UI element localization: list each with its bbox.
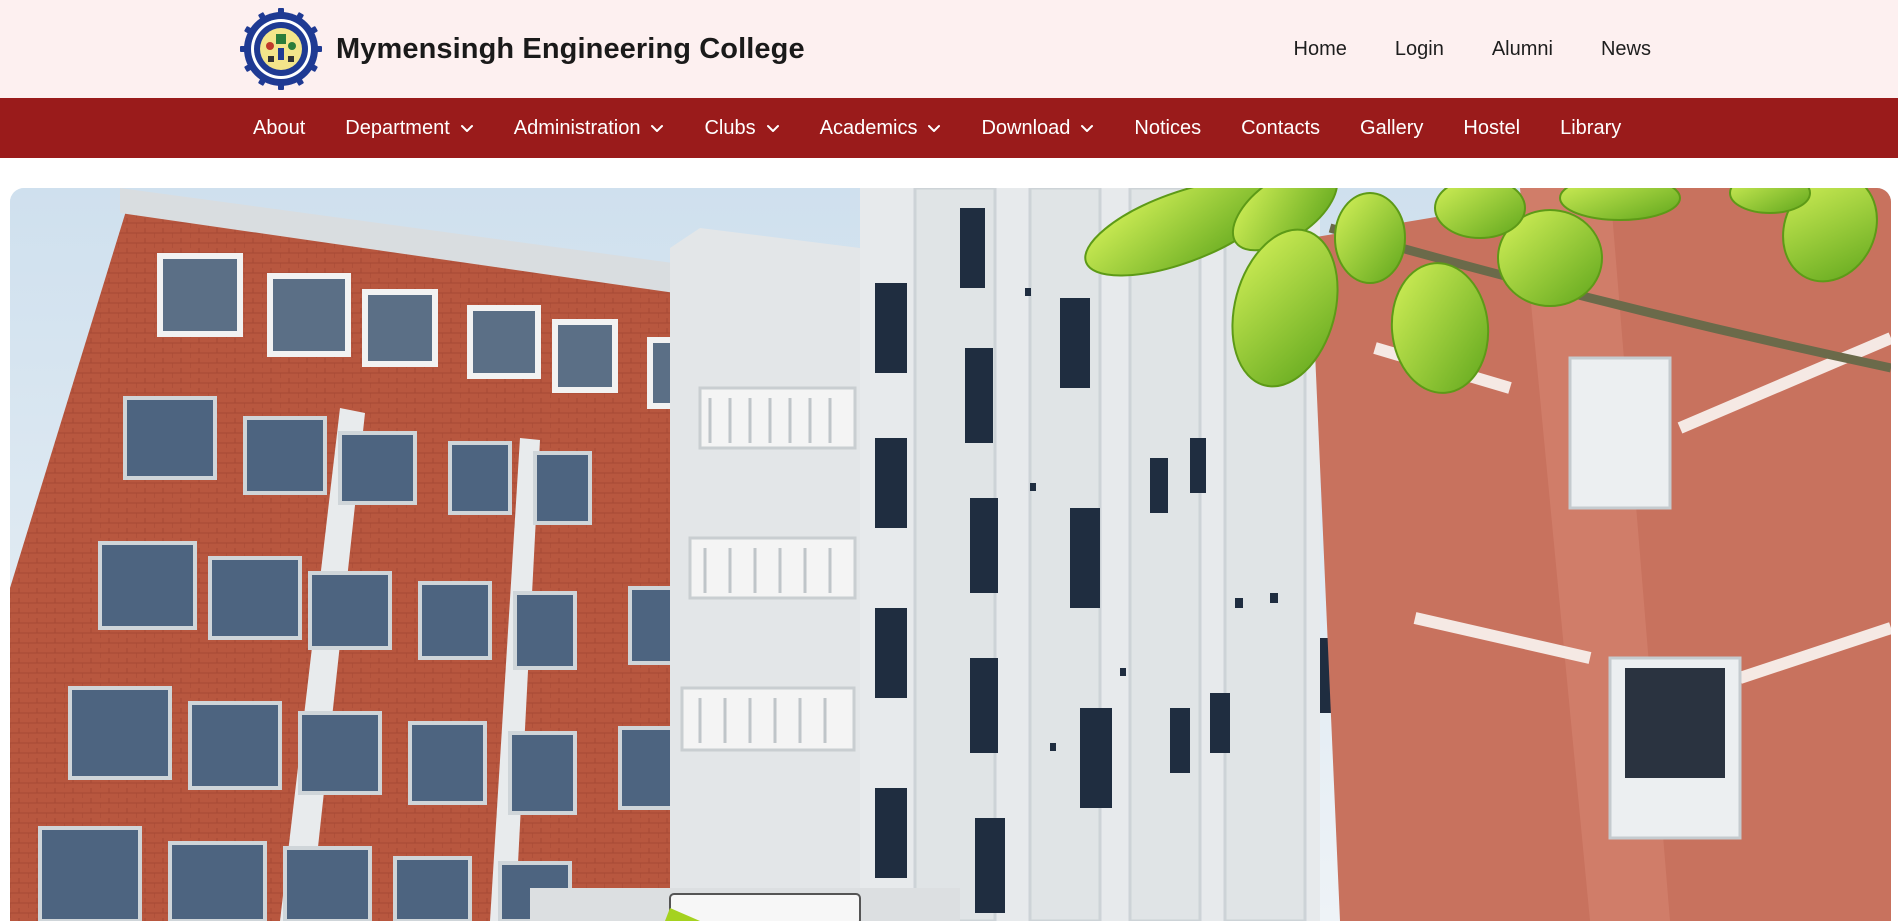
chevron-down-icon (651, 125, 664, 132)
nav-item-download[interactable]: Download (981, 117, 1094, 140)
nav-item-gallery[interactable]: Gallery (1360, 117, 1423, 140)
nav-item-label: Download (981, 116, 1071, 139)
nav-item-clubs[interactable]: Clubs (704, 117, 779, 140)
nav-item-label: Library (1560, 116, 1622, 139)
top-link-news[interactable]: News (1601, 38, 1651, 61)
nav-list: About Department Administration Clubs Ac… (253, 98, 1661, 158)
nav-item-academics[interactable]: Academics (820, 117, 942, 140)
main-navigation: About Department Administration Clubs Ac… (0, 98, 1898, 158)
chevron-down-icon (1081, 125, 1094, 132)
nav-item-label: Academics (819, 116, 918, 139)
nav-item-label: Department (345, 116, 450, 139)
top-link-home[interactable]: Home (1294, 38, 1347, 61)
nav-item-label: Notices (1134, 116, 1202, 139)
college-seal-icon (240, 8, 322, 90)
nav-item-hostel[interactable]: Hostel (1463, 117, 1520, 140)
nav-item-label: Clubs (704, 116, 756, 139)
nav-item-label: About (253, 116, 306, 139)
nav-item-contacts[interactable]: Contacts (1241, 117, 1320, 140)
site-title: Mymensingh Engineering College (336, 32, 805, 65)
nav-item-label: Hostel (1463, 116, 1521, 139)
nav-item-administration[interactable]: Administration (514, 117, 665, 140)
chevron-down-icon (766, 125, 779, 132)
hero-banner (10, 188, 1891, 921)
site-header: Mymensingh Engineering College Home Logi… (0, 0, 1898, 98)
nav-item-notices[interactable]: Notices (1134, 117, 1201, 140)
top-link-alumni[interactable]: Alumni (1492, 38, 1553, 61)
nav-item-library[interactable]: Library (1560, 117, 1621, 140)
nav-item-department[interactable]: Department (345, 117, 474, 140)
top-links: Home Login Alumni News (1294, 0, 1651, 98)
nav-item-label: Contacts (1241, 116, 1321, 139)
top-link-login[interactable]: Login (1395, 38, 1444, 61)
college-building-photo (10, 188, 1891, 921)
nav-item-about[interactable]: About (253, 117, 305, 140)
nav-item-label: Gallery (1360, 116, 1424, 139)
nav-item-label: Administration (513, 116, 641, 139)
chevron-down-icon (460, 125, 473, 132)
chevron-down-icon (928, 125, 941, 132)
brand-link[interactable]: Mymensingh Engineering College (240, 8, 805, 90)
